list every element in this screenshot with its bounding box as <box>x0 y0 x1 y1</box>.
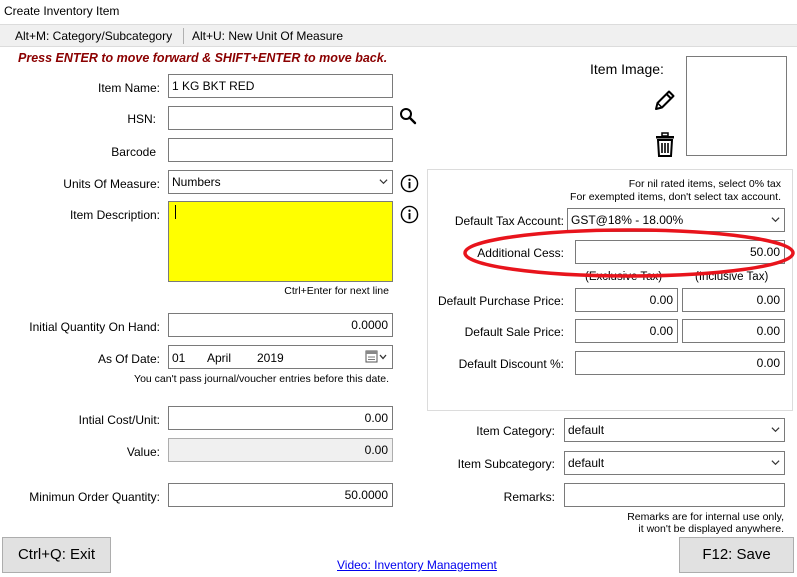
shortcut-bar: Alt+M: Category/Subcategory Alt+U: New U… <box>0 24 797 47</box>
pencil-icon[interactable] <box>652 87 678 113</box>
initial-cost-input[interactable]: 0.00 <box>168 406 393 430</box>
units-select[interactable]: Numbers <box>168 170 393 194</box>
min-order-label: Minimun Order Quantity: <box>29 490 160 504</box>
video-link[interactable]: Video: Inventory Management <box>337 558 497 572</box>
info-icon[interactable] <box>400 205 419 224</box>
navigation-hint: Press ENTER to move forward & SHIFT+ENTE… <box>18 51 388 65</box>
exit-button[interactable]: Ctrl+Q: Exit <box>2 537 111 573</box>
discount-label: Default Discount %: <box>458 357 564 371</box>
units-label: Units Of Measure: <box>63 177 160 191</box>
shortcut-separator <box>183 28 184 44</box>
purchase-price-exclusive-input[interactable]: 0.00 <box>575 288 678 312</box>
initial-qty-input[interactable]: 0.0000 <box>168 313 393 337</box>
discount-input[interactable]: 0.00 <box>575 351 785 375</box>
sale-price-label: Default Sale Price: <box>464 325 564 339</box>
category-select[interactable]: default <box>564 418 785 442</box>
as-of-date-picker[interactable]: 01 April 2019 <box>168 345 393 369</box>
as-of-date-label: As Of Date: <box>97 352 160 366</box>
chevron-down-icon <box>771 460 780 466</box>
remarks-note-internal: Remarks are for internal use only, <box>627 511 784 523</box>
chevron-down-icon <box>771 427 780 433</box>
description-label: Item Description: <box>69 208 160 222</box>
chevron-down-icon <box>379 179 388 185</box>
value-readonly: 0.00 <box>168 438 393 462</box>
purchase-price-inclusive-input[interactable]: 0.00 <box>682 288 785 312</box>
remarks-label: Remarks: <box>503 490 555 504</box>
item-name-label: Item Name: <box>97 81 160 95</box>
remarks-input[interactable] <box>564 483 785 507</box>
initial-qty-label: Initial Quantity On Hand: <box>29 320 160 334</box>
date-year: 2019 <box>257 351 284 365</box>
description-textarea[interactable] <box>168 201 393 282</box>
min-order-input[interactable]: 50.0000 <box>168 483 393 507</box>
date-day: 01 <box>172 351 186 365</box>
tax-note-nil: For nil rated items, select 0% tax <box>628 178 781 190</box>
remarks-note-display: it won't be displayed anywhere. <box>638 523 784 535</box>
category-value: default <box>568 423 605 437</box>
category-label: Item Category: <box>476 424 555 438</box>
info-icon[interactable] <box>400 174 419 193</box>
description-note: Ctrl+Enter for next line <box>284 285 389 297</box>
item-image-label: Item Image: <box>590 61 664 77</box>
shortcut-category[interactable]: Alt+M: Category/Subcategory <box>15 29 172 43</box>
window-title: Create Inventory Item <box>0 0 797 24</box>
subcategory-select[interactable]: default <box>564 451 785 475</box>
default-tax-value: GST@18% - 18.00% <box>571 213 684 227</box>
tax-note-exempt: For exempted items, don't select tax acc… <box>570 191 781 203</box>
chevron-down-icon <box>771 217 780 223</box>
search-icon[interactable] <box>399 107 417 125</box>
hsn-input[interactable] <box>168 106 393 130</box>
subcategory-value: default <box>568 456 605 470</box>
sale-price-exclusive-input[interactable]: 0.00 <box>575 319 678 343</box>
value-label: Value: <box>126 445 160 459</box>
as-of-date-note: You can't pass journal/voucher entries b… <box>134 373 389 385</box>
barcode-input[interactable] <box>168 138 393 162</box>
text-cursor <box>175 205 176 219</box>
initial-cost-label: Intial Cost/Unit: <box>78 413 160 427</box>
units-value: Numbers <box>172 175 221 189</box>
calendar-icon[interactable] <box>365 350 389 364</box>
sale-price-inclusive-input[interactable]: 0.00 <box>682 319 785 343</box>
barcode-label: Barcode <box>111 145 156 159</box>
item-name-input[interactable]: 1 KG BKT RED <box>168 74 393 98</box>
trash-icon[interactable] <box>654 132 676 158</box>
hsn-label: HSN: <box>127 112 156 126</box>
save-button[interactable]: F12: Save <box>679 537 794 573</box>
item-image-box[interactable] <box>686 56 787 156</box>
annotation-ellipse <box>463 228 795 278</box>
date-month: April <box>207 351 232 365</box>
shortcut-unit[interactable]: Alt+U: New Unit Of Measure <box>192 29 343 43</box>
purchase-price-label: Default Purchase Price: <box>437 294 564 308</box>
subcategory-label: Item Subcategory: <box>457 457 555 471</box>
